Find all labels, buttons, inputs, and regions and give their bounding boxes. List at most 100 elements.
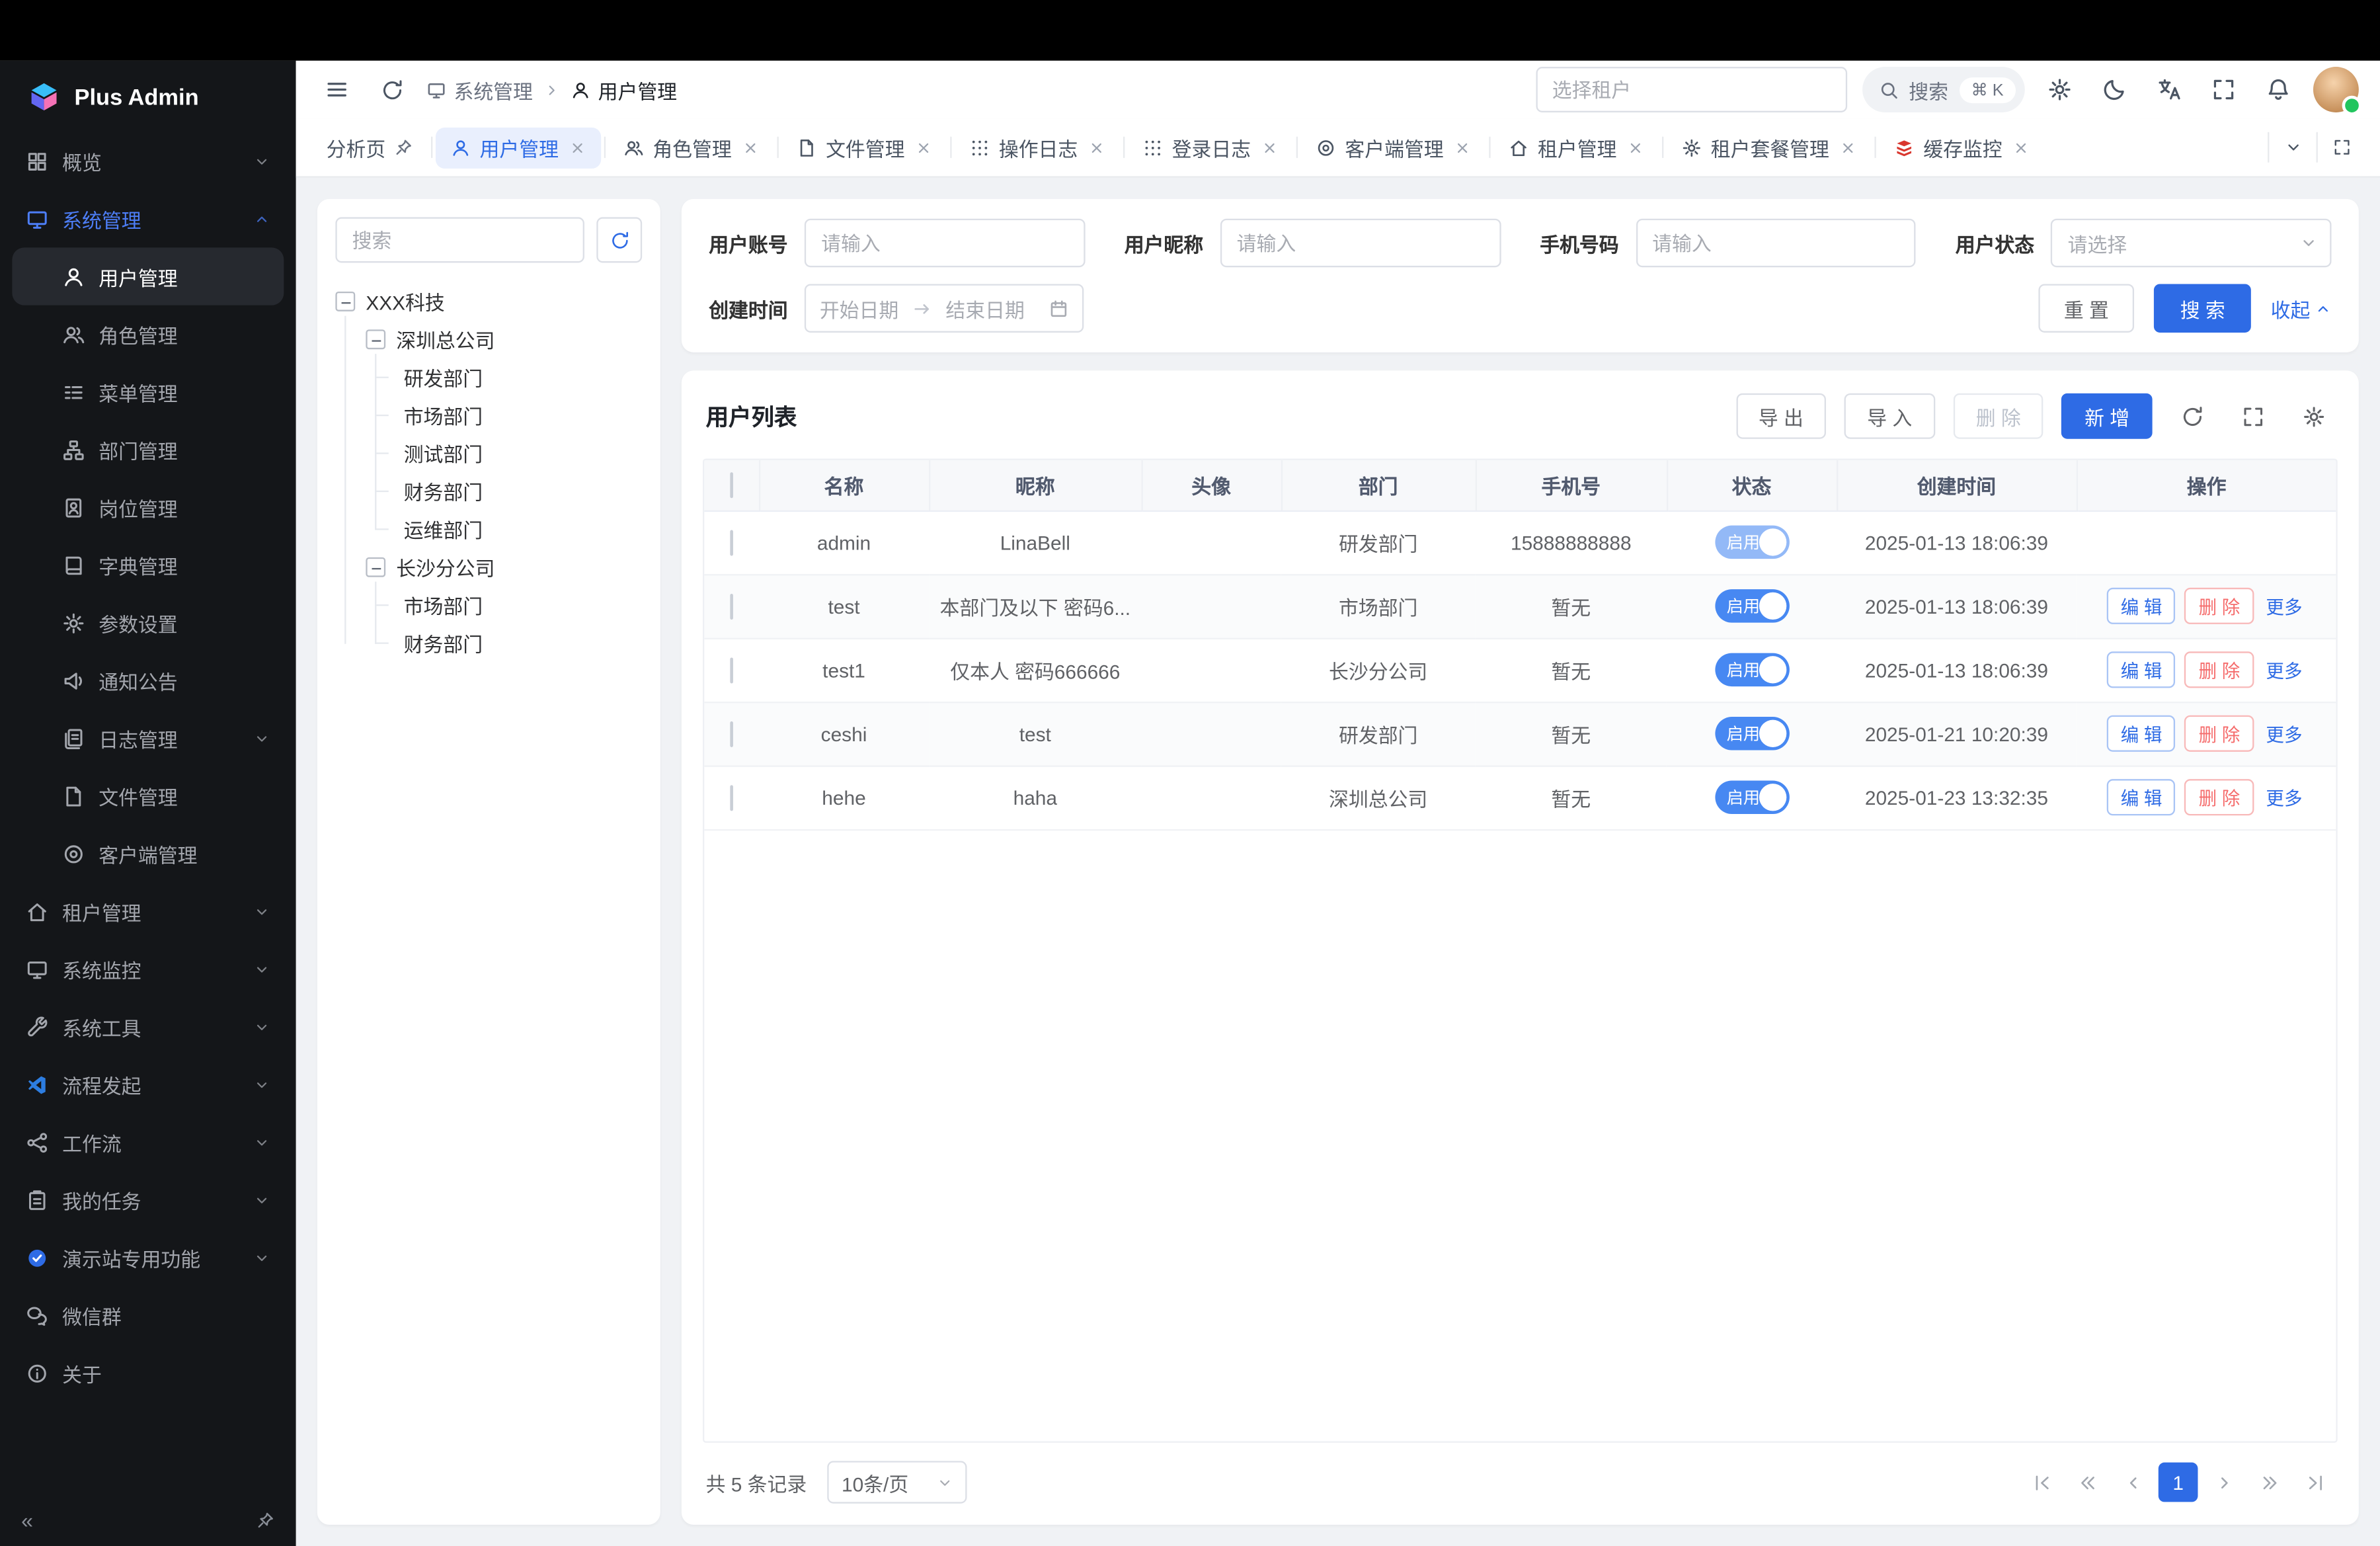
reset-button[interactable]: 重 置: [2038, 284, 2135, 332]
page-number-current[interactable]: 1: [2159, 1463, 2198, 1502]
global-search-button[interactable]: 搜索 ⌘ K: [1862, 67, 2025, 112]
export-button[interactable]: 导 出: [1735, 393, 1826, 439]
tab-operation-log[interactable]: 操作日志: [955, 127, 1120, 168]
status-toggle[interactable]: 启用: [1714, 589, 1789, 623]
sidebar-item-about[interactable]: 关于: [12, 1344, 284, 1402]
date-range-picker[interactable]: 开始日期 结束日期: [805, 284, 1084, 332]
status-toggle[interactable]: 启用: [1714, 780, 1789, 814]
status-toggle[interactable]: 启用: [1714, 717, 1789, 751]
dark-mode-toggle[interactable]: [2094, 70, 2134, 110]
language-switch-button[interactable]: [2149, 70, 2189, 110]
tree-node-dept[interactable]: 财务部门: [396, 624, 642, 662]
collapse-filters-link[interactable]: 收起: [2271, 294, 2332, 323]
prev-page-button[interactable]: [2113, 1463, 2153, 1502]
close-icon[interactable]: [1454, 139, 1471, 155]
notifications-bell-button[interactable]: [2258, 70, 2298, 110]
sidebar-item-process-start[interactable]: 流程发起: [12, 1055, 284, 1113]
sidebar-item-param-settings[interactable]: 参数设置: [12, 594, 284, 651]
row-checkbox[interactable]: [730, 721, 733, 747]
close-icon[interactable]: [1628, 139, 1644, 155]
tab-user-mgmt[interactable]: 用户管理: [436, 127, 601, 168]
delete-row-button[interactable]: 删 除: [2185, 779, 2254, 815]
tab-login-log[interactable]: 登录日志: [1128, 127, 1293, 168]
pin-icon[interactable]: [395, 138, 413, 157]
close-icon[interactable]: [1261, 139, 1278, 155]
sidebar-item-system-tools[interactable]: 系统工具: [12, 998, 284, 1055]
close-icon[interactable]: [569, 139, 586, 155]
sidebar-item-role-mgmt[interactable]: 角色管理: [12, 305, 284, 363]
sidebar-item-post-mgmt[interactable]: 岗位管理: [12, 478, 284, 536]
tab-file-mgmt[interactable]: 文件管理: [782, 127, 947, 168]
tree-node-company[interactable]: 深圳总公司: [366, 321, 642, 358]
sidebar-item-client-mgmt[interactable]: 客户端管理: [12, 825, 284, 882]
close-icon[interactable]: [2013, 139, 2030, 155]
status-select[interactable]: 请选择: [2051, 219, 2331, 267]
row-checkbox[interactable]: [730, 657, 733, 682]
page-size-select[interactable]: 10条/页: [828, 1461, 967, 1503]
next-page-button[interactable]: [2204, 1463, 2244, 1502]
more-button[interactable]: 更多: [2263, 588, 2305, 624]
pin-icon[interactable]: [257, 1511, 275, 1529]
tree-node-company[interactable]: 长沙分公司: [366, 548, 642, 586]
edit-button[interactable]: 编 辑: [2107, 779, 2176, 815]
row-checkbox[interactable]: [730, 529, 733, 555]
add-button[interactable]: 新 增: [2062, 393, 2153, 439]
close-icon[interactable]: [1088, 139, 1105, 155]
more-button[interactable]: 更多: [2263, 779, 2305, 815]
sidebar-item-my-tasks[interactable]: 我的任务: [12, 1171, 284, 1229]
tree-search-input[interactable]: [335, 217, 584, 263]
nickname-input[interactable]: [1220, 219, 1500, 267]
sidebar-item-workflow[interactable]: 工作流: [12, 1113, 284, 1170]
delete-row-button[interactable]: 删 除: [2185, 715, 2254, 752]
first-page-button[interactable]: [2022, 1463, 2061, 1502]
tree-node-dept[interactable]: 市场部门: [396, 396, 642, 434]
sidebar-item-dept-mgmt[interactable]: 部门管理: [12, 421, 284, 478]
table-fullscreen-button[interactable]: [2231, 395, 2274, 437]
edit-button[interactable]: 编 辑: [2107, 651, 2176, 688]
more-button[interactable]: 更多: [2263, 651, 2305, 688]
sidebar-item-menu-mgmt[interactable]: 菜单管理: [12, 363, 284, 421]
sidebar-item-file-mgmt[interactable]: 文件管理: [12, 767, 284, 825]
table-refresh-button[interactable]: [2170, 395, 2213, 437]
import-button[interactable]: 导 入: [1844, 393, 1935, 439]
select-all-checkbox[interactable]: [730, 472, 733, 498]
next-jump-button[interactable]: [2250, 1463, 2289, 1502]
tab-cache-monitor[interactable]: 缓存监控: [1880, 127, 2045, 168]
sidebar-item-user-mgmt[interactable]: 用户管理: [12, 247, 284, 305]
account-input[interactable]: [805, 219, 1085, 267]
close-icon[interactable]: [1840, 139, 1856, 155]
sidebar-item-overview[interactable]: 概览: [12, 132, 284, 190]
tree-expander[interactable]: [366, 557, 385, 577]
last-page-button[interactable]: [2295, 1463, 2334, 1502]
tab-analysis[interactable]: 分析页: [311, 127, 428, 168]
sidebar-item-dict-mgmt[interactable]: 字典管理: [12, 536, 284, 594]
tenant-select-input[interactable]: [1536, 67, 1847, 112]
fullscreen-button[interactable]: [2204, 70, 2244, 110]
tree-expander[interactable]: [366, 329, 385, 349]
prev-jump-button[interactable]: [2067, 1463, 2107, 1502]
close-icon[interactable]: [742, 139, 759, 155]
edit-button[interactable]: 编 辑: [2107, 588, 2176, 624]
hamburger-menu-button[interactable]: [317, 70, 357, 110]
content-fullscreen-button[interactable]: [2317, 132, 2365, 163]
tree-node-root[interactable]: XXX科技: [335, 282, 642, 320]
tab-client-mgmt[interactable]: 客户端管理: [1301, 127, 1486, 168]
tree-node-dept[interactable]: 财务部门: [396, 472, 642, 510]
tree-expander[interactable]: [335, 292, 355, 311]
phone-input[interactable]: [1636, 219, 1916, 267]
breadcrumb-user-mgmt[interactable]: 用户管理: [571, 75, 677, 104]
delete-row-button[interactable]: 删 除: [2185, 588, 2254, 624]
row-checkbox[interactable]: [730, 593, 733, 619]
tree-node-dept[interactable]: 运维部门: [396, 510, 642, 548]
sidebar-item-wechat-group[interactable]: 微信群: [12, 1286, 284, 1344]
tree-node-dept[interactable]: 研发部门: [396, 358, 642, 396]
tree-node-dept[interactable]: 市场部门: [396, 587, 642, 624]
refresh-page-button[interactable]: [372, 70, 412, 110]
status-toggle[interactable]: 启用: [1714, 526, 1789, 559]
settings-gear-button[interactable]: [2040, 70, 2080, 110]
tree-node-dept[interactable]: 测试部门: [396, 434, 642, 472]
close-icon[interactable]: [916, 139, 932, 155]
delete-button[interactable]: 删 除: [1953, 393, 2043, 439]
sidebar-item-system-mgmt[interactable]: 系统管理: [12, 190, 284, 247]
tab-role-mgmt[interactable]: 角色管理: [609, 127, 774, 168]
